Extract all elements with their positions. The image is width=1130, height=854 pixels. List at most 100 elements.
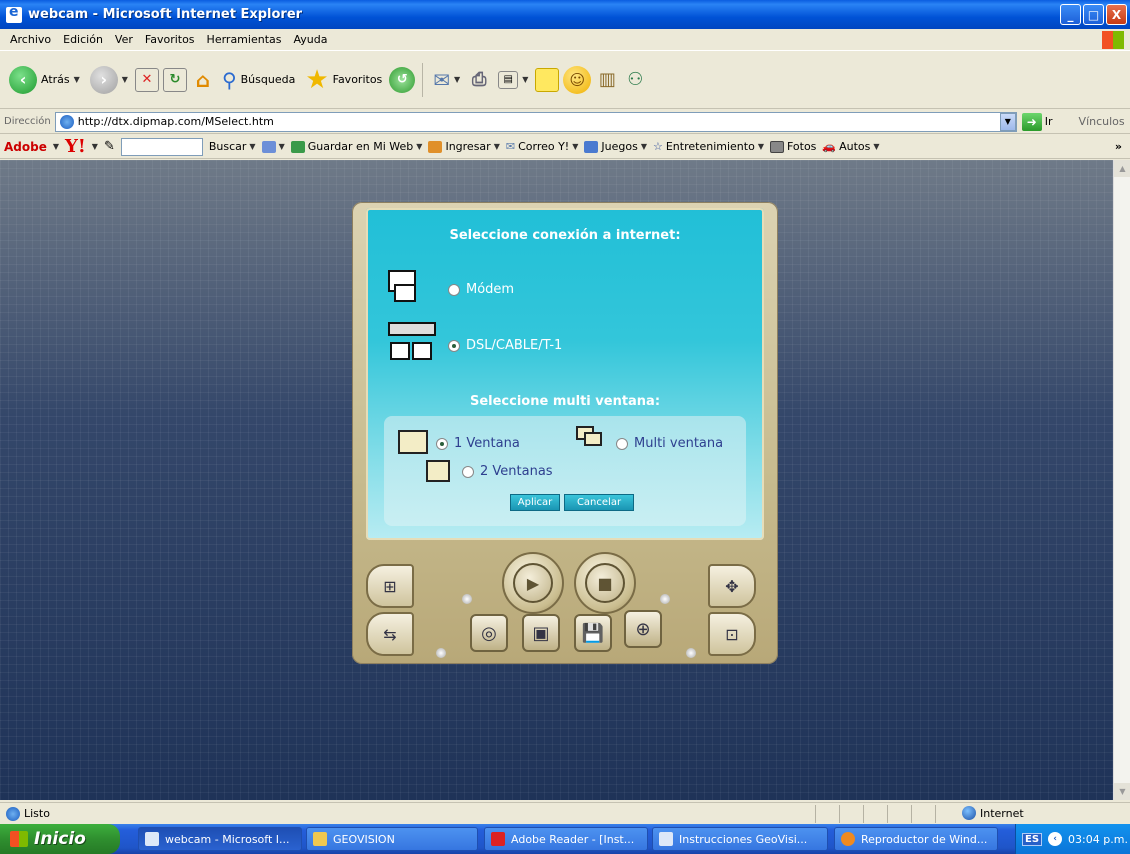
vertical-scrollbar[interactable]: ▲ ▼ [1113,160,1130,800]
dropdown-arrow-icon: ▼ [121,75,128,84]
status-panel [911,805,935,823]
menu-ver[interactable]: Ver [109,33,139,46]
signin-label: Ingresar [445,140,491,153]
ptz-button[interactable]: ✥ [708,564,756,608]
io-button[interactable]: ⊡ [708,612,756,656]
webcam-screen: Seleccione conexión a internet: Módem DS… [366,208,764,540]
dsl-option[interactable]: DSL/CABLE/T-1 [448,338,562,353]
snapshot-button[interactable]: ◎ [470,614,508,652]
go-arrow-icon: ➜ [1021,112,1042,131]
yahoo-photos-button[interactable]: Fotos [769,140,817,153]
smiley-icon[interactable]: ☺ [563,65,592,94]
multi-window-option[interactable]: Multi ventana [616,436,723,451]
one-window-radio[interactable] [436,437,448,450]
history-icon[interactable]: ↺ [389,66,416,93]
yahoo-logo[interactable]: Y! [65,136,86,157]
dropdown-arrow-icon[interactable]: ▼ [53,142,59,151]
notes-icon[interactable] [535,67,560,92]
task-instrucciones[interactable]: Instrucciones GeoVisi... [652,827,828,851]
address-dropdown[interactable]: ▼ [999,112,1016,131]
maximize-button[interactable]: □ [1083,4,1104,25]
adobe-button[interactable]: Adobe [4,140,47,154]
minimize-button[interactable]: _ [1060,4,1081,25]
clock[interactable]: 03:04 p.m. [1068,833,1128,846]
task-webcam[interactable]: webcam - Microsoft I... [138,827,302,851]
menu-herramientas[interactable]: Herramientas [201,33,288,46]
two-windows-option[interactable]: 2 Ventanas [462,464,553,479]
stop-icon[interactable]: ✕ [134,67,159,92]
games-icon [584,140,599,153]
print-icon[interactable]: ⎙ [467,68,491,92]
task-label: Instrucciones GeoVisi... [679,832,808,846]
home-icon[interactable]: ⌂ [191,68,215,92]
one-window-option[interactable]: 1 Ventana [436,436,520,451]
zoom-button[interactable]: ⊕ [624,610,662,648]
edit-button[interactable]: ▤ ▼ [495,60,531,100]
play-button[interactable]: ▶ [502,552,564,614]
two-windows-radio[interactable] [462,465,474,478]
transfer-button[interactable]: ⇆ [366,612,414,656]
stop-button[interactable]: ■ [574,552,636,614]
camera-icon [769,140,784,153]
favorites-button[interactable]: ★ Favoritos [302,60,385,100]
menu-favoritos[interactable]: Favoritos [139,33,201,46]
menu-edicion[interactable]: Edición [57,33,109,46]
modem-option[interactable]: Módem [448,282,514,297]
research-icon[interactable]: ▥ [595,68,619,92]
dsl-radio[interactable] [448,339,460,352]
apply-button[interactable]: Aplicar [510,494,560,511]
task-label: Reproductor de Wind... [861,832,988,846]
task-geovision[interactable]: GEOVISION [306,827,478,851]
io-icon: ⊡ [725,624,739,644]
window-titlebar[interactable]: webcam - Microsoft Internet Explorer _ □… [0,0,1130,29]
search-button[interactable]: ⚲ Búsqueda [219,60,298,100]
menu-archivo[interactable]: Archivo [4,33,57,46]
record-button[interactable]: ▣ [522,614,560,652]
menu-ayuda[interactable]: Ayuda [287,33,333,46]
pencil-icon[interactable]: ✎ [104,139,115,154]
back-button[interactable]: ‹ Atrás ▼ [6,60,83,100]
yahoo-search-input[interactable] [120,137,203,156]
messenger-icon[interactable]: ⚇ [623,68,647,92]
yahoo-search-button[interactable]: Buscar ▼ [209,140,256,153]
scroll-down-icon[interactable]: ▼ [1114,783,1130,800]
task-adobe-reader[interactable]: Adobe Reader - [Inst... [484,827,648,851]
refresh-icon[interactable]: ↻ [162,67,187,92]
mail-button[interactable]: ✉ ▼ [430,60,463,100]
task-label: Adobe Reader - [Inst... [511,832,635,846]
yahoo-games-button[interactable]: Juegos ▼ [584,140,647,153]
yahoo-autos-button[interactable]: 🚗 Autos ▼ [822,140,879,153]
dropdown-arrow-icon[interactable]: ▼ [92,142,98,151]
links-label[interactable]: Vínculos [1079,115,1125,128]
modem-radio[interactable] [448,283,460,296]
yahoo-signin-button[interactable]: Ingresar ▼ [428,140,500,153]
dropdown-arrow-icon: ▼ [249,142,256,151]
floppy-icon: 💾 [581,622,605,644]
task-media-player[interactable]: Reproductor de Wind... [834,827,998,851]
yahoo-entertainment-button[interactable]: ☆ Entretenimiento ▼ [653,140,764,153]
status-panel [935,805,959,823]
forward-button[interactable]: › ▼ [87,60,131,100]
go-button[interactable]: ➜ Ir [1021,112,1053,131]
show-hidden-icons-icon[interactable]: ‹ [1048,832,1063,846]
language-indicator[interactable]: ES [1022,832,1043,846]
star-icon: ★ [305,64,329,95]
play-icon: ▶ [513,563,553,603]
photos-label: Fotos [786,140,817,153]
yahoo-search-label: Buscar [208,140,247,153]
address-input[interactable]: http://dtx.dipmap.com/MSelect.htm [54,111,1017,132]
search-icon: ⚲ [221,67,237,92]
network-button[interactable]: ⊞ [366,564,414,608]
save-button[interactable]: 💾 [574,614,612,652]
yahoo-mail-button[interactable]: ✉ Correo Y! ▼ [506,140,579,153]
close-button[interactable]: X [1106,4,1127,25]
yahoo-save-web-button[interactable]: Guardar en Mi Web ▼ [290,140,422,153]
chevron-more-icon[interactable]: » [1115,140,1122,153]
multi-window-radio[interactable] [616,437,628,450]
dropdown-arrow-icon: ▼ [572,142,579,151]
word-doc-icon [659,832,673,846]
start-button[interactable]: Inicio [0,824,120,854]
cancel-button[interactable]: Cancelar [564,494,634,511]
scroll-up-icon[interactable]: ▲ [1114,160,1130,177]
yahoo-window-button[interactable]: ▼ [261,140,285,153]
